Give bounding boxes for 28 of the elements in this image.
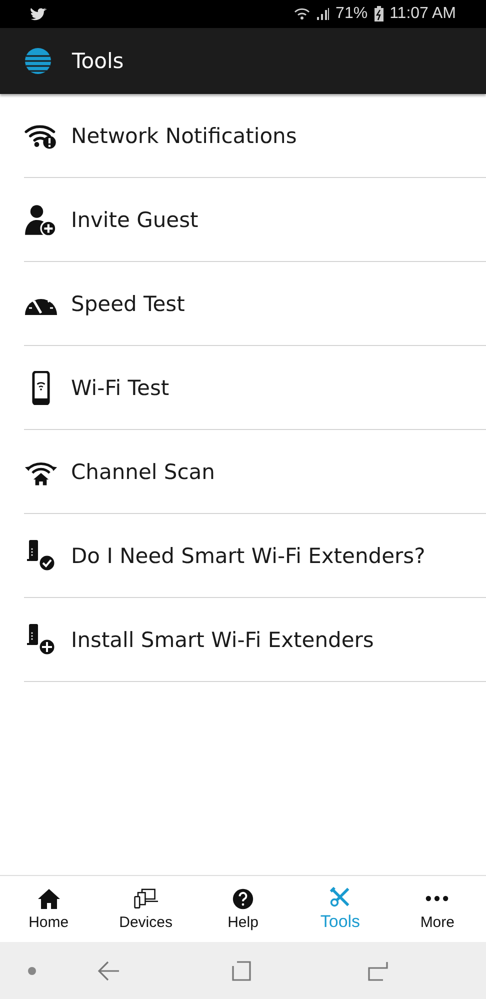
tool-item[interactable]: Speed Test <box>24 262 486 346</box>
devices-icon <box>134 888 158 910</box>
overview-icon[interactable] <box>232 960 252 980</box>
wifi-icon <box>294 6 310 22</box>
nav-tab[interactable]: Home <box>0 876 98 942</box>
status-time: 11:07 AM <box>390 5 456 23</box>
tool-item[interactable]: Network Notifications <box>24 94 486 178</box>
person-add-icon <box>24 202 58 236</box>
nav-tab[interactable]: More <box>388 876 486 942</box>
help-icon <box>231 888 255 910</box>
bird-icon <box>30 6 48 22</box>
globe-logo-icon <box>24 47 52 75</box>
battery-icon <box>374 6 384 22</box>
nav-tab[interactable]: Help <box>194 876 292 942</box>
nav-tab[interactable]: Devices <box>97 876 194 942</box>
app-title: Tools <box>72 49 124 73</box>
tool-item[interactable]: Install Smart Wi-Fi Extenders <box>24 598 486 682</box>
back-icon[interactable] <box>98 960 120 980</box>
recents-icon[interactable] <box>368 960 388 980</box>
tool-item[interactable]: Wi-Fi Test <box>24 346 486 430</box>
tool-item[interactable]: Do I Need Smart Wi-Fi Extenders? <box>24 514 486 598</box>
tool-item[interactable]: Channel Scan <box>24 430 486 514</box>
signal-icon <box>316 7 330 21</box>
battery-percent: 71% <box>336 5 368 23</box>
tool-item[interactable]: Invite Guest <box>24 178 486 262</box>
dot-icon <box>28 966 36 974</box>
home-icon <box>36 888 61 910</box>
more-icon <box>425 895 450 902</box>
